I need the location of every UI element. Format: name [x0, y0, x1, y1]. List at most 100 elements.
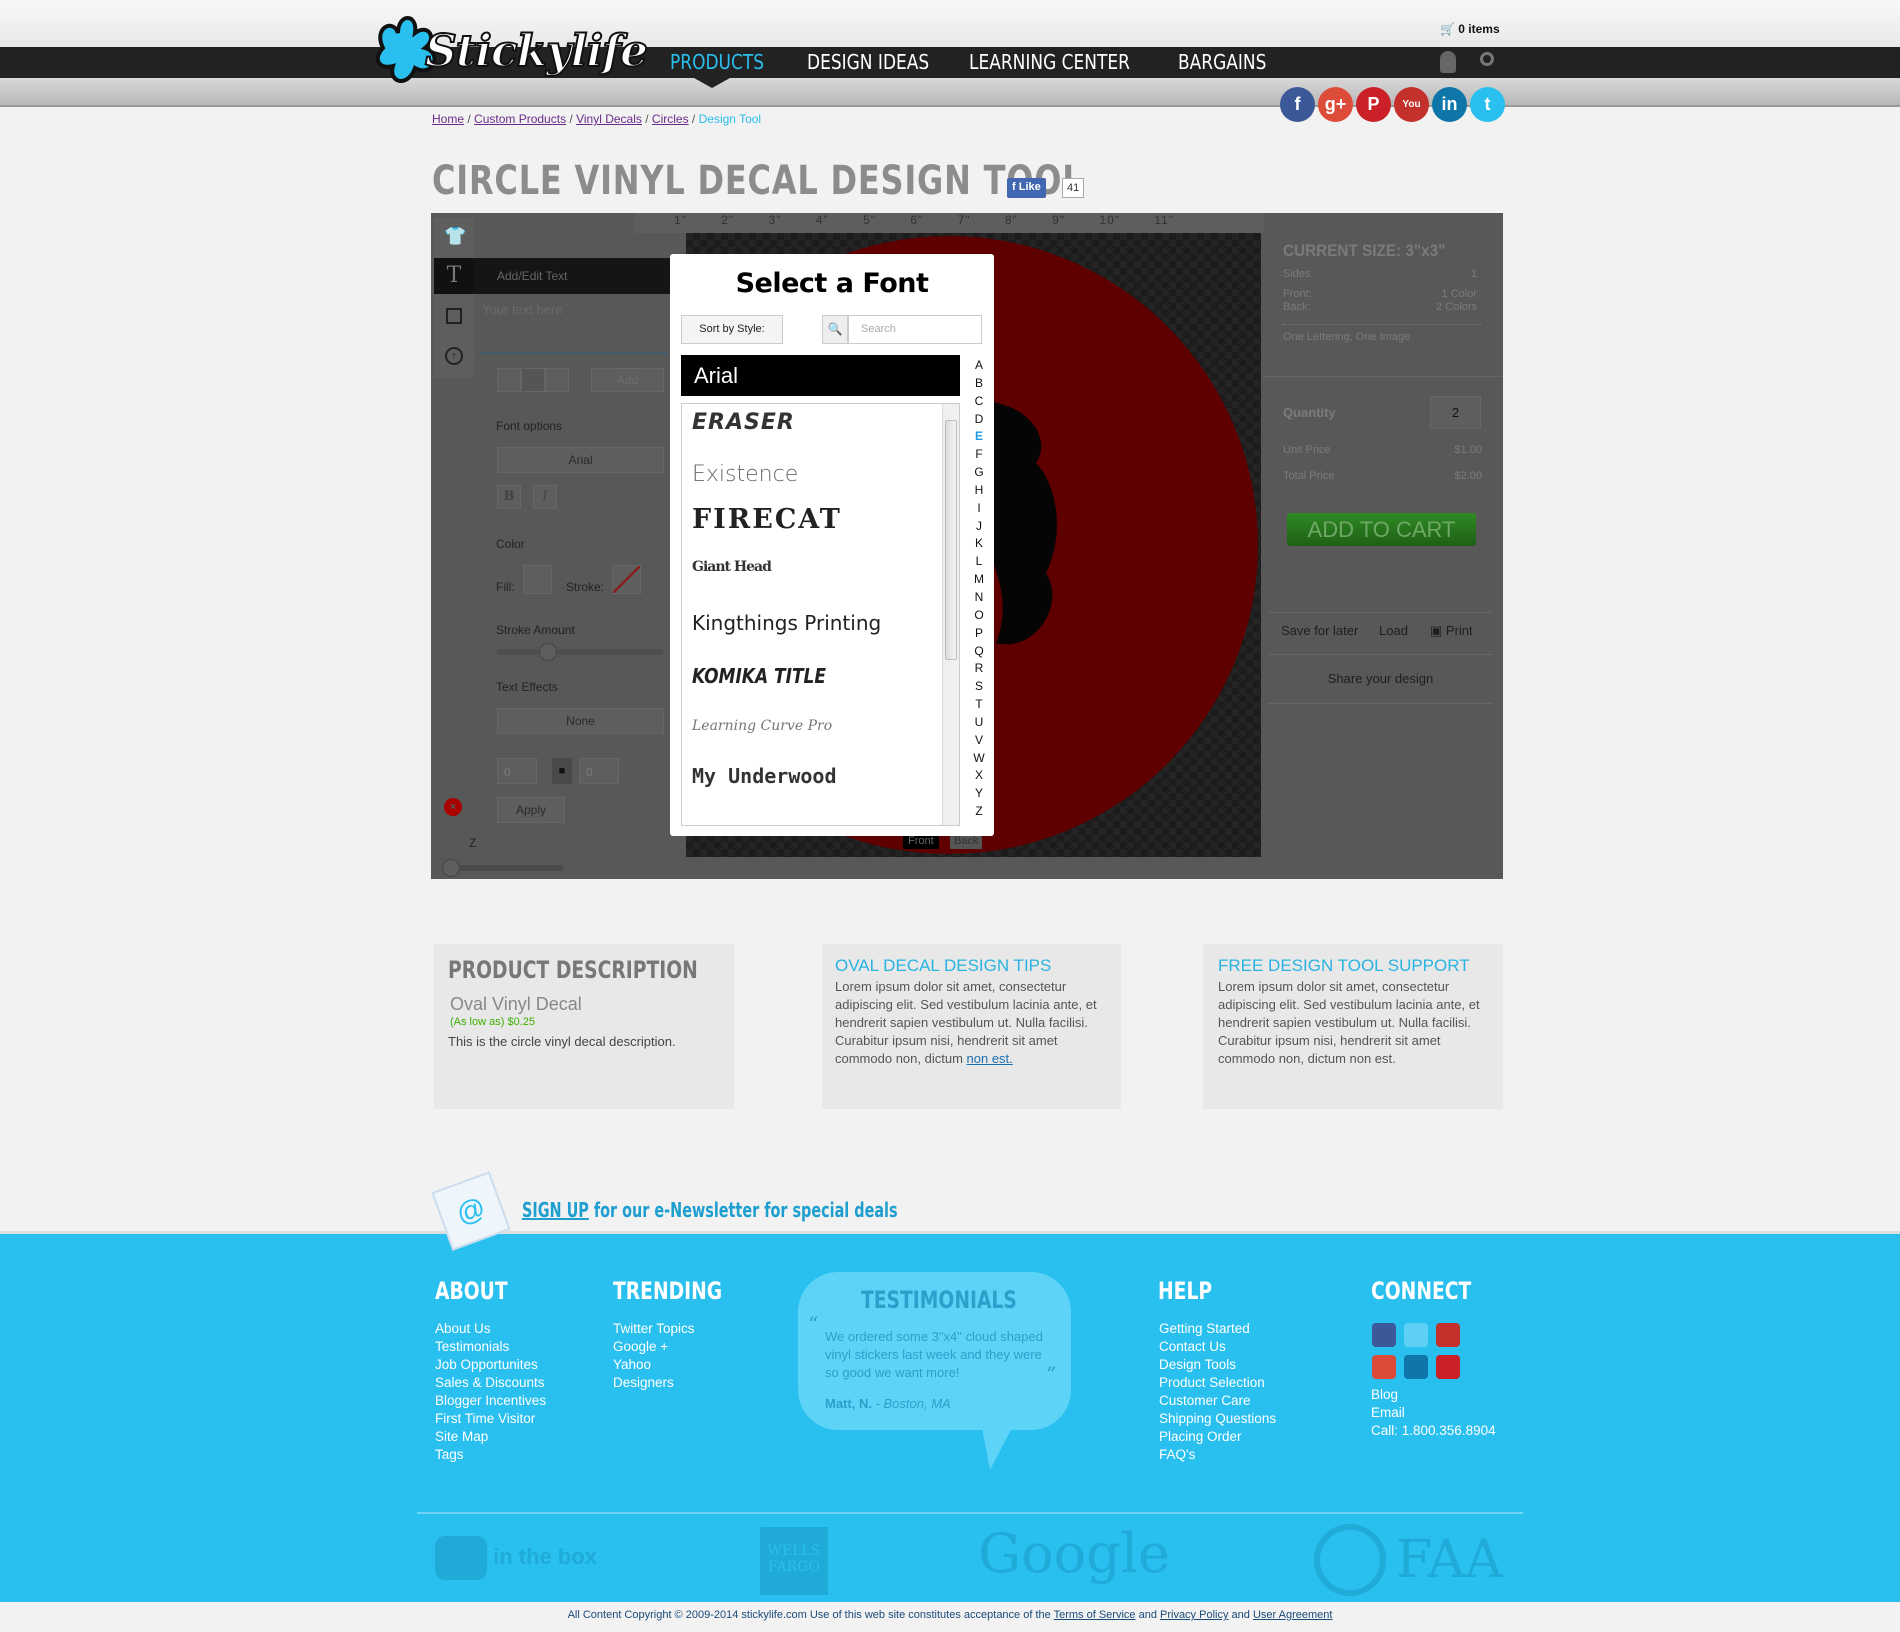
footer-link[interactable]: Google + — [613, 1338, 695, 1356]
footer-link[interactable]: Contact Us — [1159, 1338, 1276, 1356]
italic-button[interactable]: I — [533, 485, 557, 509]
nav-bargains[interactable]: BARGAINS — [1178, 50, 1266, 74]
alphabet-letter-m[interactable]: M — [972, 571, 986, 589]
search-button[interactable]: 🔍 — [822, 315, 848, 344]
sort-by-style-button[interactable]: Sort by Style: — [681, 315, 783, 344]
add-to-cart-button[interactable]: ADD TO CART — [1287, 513, 1476, 546]
delete-icon[interactable]: × — [444, 798, 462, 816]
print-link[interactable]: ▣ Print — [1430, 623, 1473, 639]
shirt-icon[interactable]: 👕 — [444, 226, 466, 247]
alphabet-letter-r[interactable]: R — [972, 660, 986, 678]
pinterest-icon[interactable] — [1436, 1355, 1460, 1379]
pinterest-icon[interactable]: P — [1356, 87, 1391, 122]
font-option[interactable]: ERASER — [692, 410, 795, 435]
nav-learning-center[interactable]: LEARNING CENTER — [969, 50, 1130, 74]
footer-link[interactable]: Testimonials — [435, 1338, 546, 1356]
footer-link[interactable]: Customer Care — [1159, 1392, 1276, 1410]
alphabet-letter-l[interactable]: L — [972, 553, 986, 571]
text-input[interactable]: Your text here — [478, 302, 668, 354]
bold-button[interactable]: B — [497, 485, 521, 509]
font-option[interactable]: KOMIKA TITLE — [692, 664, 826, 688]
add-text-button[interactable]: Add — [591, 368, 664, 392]
twitter-icon[interactable] — [1404, 1323, 1428, 1347]
alphabet-letter-n[interactable]: N — [972, 589, 986, 607]
text-effects-select[interactable]: None — [497, 708, 664, 734]
privacy-link[interactable]: Privacy Policy — [1160, 1609, 1228, 1621]
apply-button[interactable]: Apply — [497, 797, 565, 823]
footer-link[interactable]: Sales & Discounts — [435, 1374, 546, 1392]
font-option[interactable]: FIRECAT — [692, 504, 842, 535]
alphabet-letter-y[interactable]: Y — [972, 785, 986, 803]
alphabet-letter-o[interactable]: O — [972, 607, 986, 625]
nav-products[interactable]: PRODUCTS — [670, 50, 764, 74]
image-tool-icon[interactable] — [446, 308, 462, 324]
alphabet-letter-p[interactable]: P — [972, 625, 986, 643]
footer-link[interactable]: Product Selection — [1159, 1374, 1276, 1392]
font-search-input[interactable]: Search — [848, 315, 982, 344]
alphabet-letter-f[interactable]: F — [972, 446, 986, 464]
alphabet-letter-k[interactable]: K — [972, 535, 986, 553]
footer-link[interactable]: First Time Visitor — [435, 1410, 546, 1428]
font-select[interactable]: Arial — [497, 447, 664, 473]
cart-link[interactable]: 🛒 0 items — [1440, 22, 1500, 36]
logo[interactable]: Stickylife — [373, 8, 649, 96]
alphabet-letter-s[interactable]: S — [972, 678, 986, 696]
footer-link[interactable]: Twitter Topics — [613, 1320, 695, 1338]
twitter-icon[interactable]: t — [1470, 87, 1505, 122]
text-tool-icon[interactable]: T — [434, 258, 474, 294]
facebook-icon[interactable] — [1372, 1323, 1396, 1347]
facebook-like-button[interactable]: f Like — [1007, 178, 1046, 198]
share-design-link[interactable]: Share your design — [1268, 671, 1493, 686]
font-option[interactable]: Kingthings Printing — [692, 611, 881, 635]
footer-link[interactable]: Tags — [435, 1446, 546, 1464]
account-icon[interactable] — [1440, 51, 1456, 73]
design-tips-link[interactable]: non est. — [967, 1051, 1013, 1066]
align-right-button[interactable] — [545, 368, 569, 392]
footer-link[interactable]: Getting Started — [1159, 1320, 1276, 1338]
fill-swatch[interactable] — [523, 565, 552, 594]
font-list[interactable]: ERASER Existence FIRECAT Giant Head Kingthin… — [681, 403, 960, 826]
alphabet-letter-h[interactable]: H — [972, 482, 986, 500]
alphabet-letter-d[interactable]: D — [972, 411, 986, 429]
alphabet-letter-g[interactable]: G — [972, 464, 986, 482]
user-agreement-link[interactable]: User Agreement — [1253, 1609, 1332, 1621]
footer-link[interactable]: About Us — [435, 1320, 546, 1338]
alphabet-letter-i[interactable]: I — [972, 500, 986, 518]
footer-link[interactable]: Site Map — [435, 1428, 546, 1446]
stroke-amount-slider[interactable] — [497, 643, 664, 661]
breadcrumb-home[interactable]: Home — [432, 112, 464, 126]
youtube-icon[interactable] — [1436, 1323, 1460, 1347]
footer-link[interactable]: Blog — [1371, 1386, 1496, 1404]
footer-link[interactable]: Design Tools — [1159, 1356, 1276, 1374]
search-icon[interactable] — [1480, 52, 1494, 66]
align-center-button[interactable] — [521, 368, 545, 392]
google-plus-icon[interactable]: g+ — [1318, 87, 1353, 122]
font-option[interactable]: My Underwood — [692, 764, 837, 788]
footer-link[interactable]: Yahoo — [613, 1356, 695, 1374]
footer-link[interactable]: FAQ's — [1159, 1446, 1276, 1464]
upload-icon[interactable]: ↑ — [445, 347, 463, 365]
stroke-swatch[interactable] — [612, 565, 641, 594]
save-for-later-link[interactable]: Save for later — [1281, 623, 1358, 638]
alphabet-letter-a[interactable]: A — [972, 357, 986, 375]
alphabet-letter-t[interactable]: T — [972, 696, 986, 714]
height-input[interactable]: 0 — [579, 758, 619, 784]
alphabet-letter-j[interactable]: J — [972, 518, 986, 536]
footer-link[interactable]: Designers — [613, 1374, 695, 1392]
zoom-slider[interactable] — [442, 859, 564, 877]
alphabet-letter-x[interactable]: X — [972, 767, 986, 785]
alphabet-letter-u[interactable]: U — [972, 714, 986, 732]
align-left-button[interactable] — [497, 368, 521, 392]
breadcrumb-vinyl-decals[interactable]: Vinyl Decals — [576, 112, 642, 126]
alphabet-letter-e[interactable]: E — [972, 428, 986, 446]
font-option[interactable]: Giant Head — [692, 559, 772, 575]
youtube-icon[interactable]: You — [1394, 87, 1429, 122]
nav-design-ideas[interactable]: DESIGN IDEAS — [807, 50, 929, 74]
newsletter-signup[interactable]: SIGN UP for our e-Newsletter for special… — [522, 1198, 898, 1222]
font-list-scrollbar[interactable] — [942, 404, 959, 825]
linkedin-icon[interactable]: in — [1432, 87, 1467, 122]
signup-link[interactable]: SIGN UP — [522, 1198, 589, 1222]
alphabet-letter-c[interactable]: C — [972, 393, 986, 411]
font-option[interactable]: Existence — [692, 462, 798, 487]
breadcrumb-custom-products[interactable]: Custom Products — [474, 112, 566, 126]
